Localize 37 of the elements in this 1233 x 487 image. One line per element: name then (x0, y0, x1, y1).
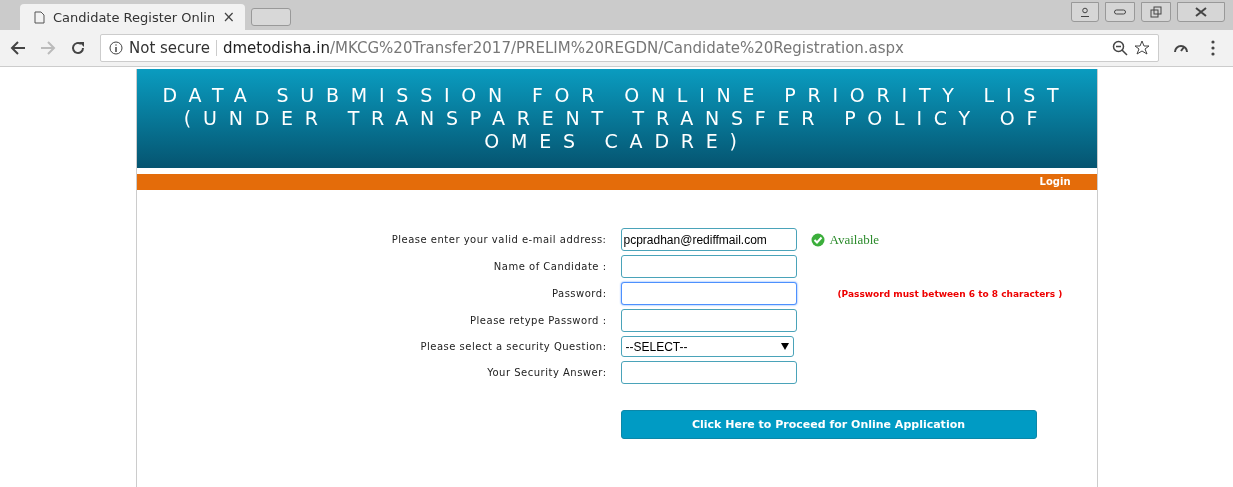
input-field[interactable] (620, 309, 797, 332)
zoom-out-icon[interactable] (1112, 40, 1128, 56)
input-field[interactable] (620, 255, 797, 278)
restore-icon (1150, 6, 1162, 18)
field-label: Please retype Password : (469, 315, 607, 326)
reload-icon[interactable] (70, 40, 86, 56)
back-icon[interactable] (10, 41, 26, 55)
caret-icon (780, 343, 789, 350)
profile-button[interactable] (1071, 2, 1099, 22)
check-icon (810, 232, 825, 247)
field-label: Password: (550, 288, 607, 299)
browser-tab[interactable]: Candidate Register Onlin × (20, 4, 245, 30)
security-label[interactable]: Not secure (129, 39, 210, 57)
star-icon[interactable] (1134, 40, 1150, 56)
close-button[interactable] (1177, 2, 1225, 22)
input-field[interactable]: pcpradhan@rediffmail.com (620, 228, 797, 251)
url-text[interactable]: dmetodisha.in/MKCG%20Transfer2017/PRELIM%20REGDN/Candidate%20Registration.aspx (222, 39, 1106, 57)
tab-title: Candidate Register Onlin (53, 9, 215, 25)
info-icon[interactable] (109, 41, 123, 55)
menu-icon[interactable] (1211, 40, 1215, 56)
page-title: DATA SUBMISSION FOR ONLINE PRIORITY LIST (UNDER TRANSPARENT TRANSFER POLICY OF OMES CADRE) (161, 84, 1072, 153)
security-question-select[interactable]: --SELECT-- (620, 336, 794, 357)
field-label: Name of Candidate : (492, 261, 607, 272)
close-icon (1195, 7, 1207, 17)
input-field[interactable] (620, 282, 797, 305)
field-label: Your Security Answer: (486, 367, 607, 378)
password-hint: (Password must between 6 to 8 characters ) (837, 288, 1063, 299)
availability-status: Available (829, 231, 880, 248)
close-icon[interactable]: × (222, 8, 235, 26)
restore-button[interactable] (1141, 2, 1171, 22)
field-label: Please select a security Question: (419, 341, 607, 352)
input-field[interactable] (620, 361, 797, 384)
page-icon (34, 10, 45, 24)
person-icon (1080, 7, 1090, 17)
minimize-icon (1114, 9, 1126, 15)
field-label: Please enter your valid e-mail address: (390, 234, 607, 245)
minimize-button[interactable] (1105, 2, 1135, 22)
